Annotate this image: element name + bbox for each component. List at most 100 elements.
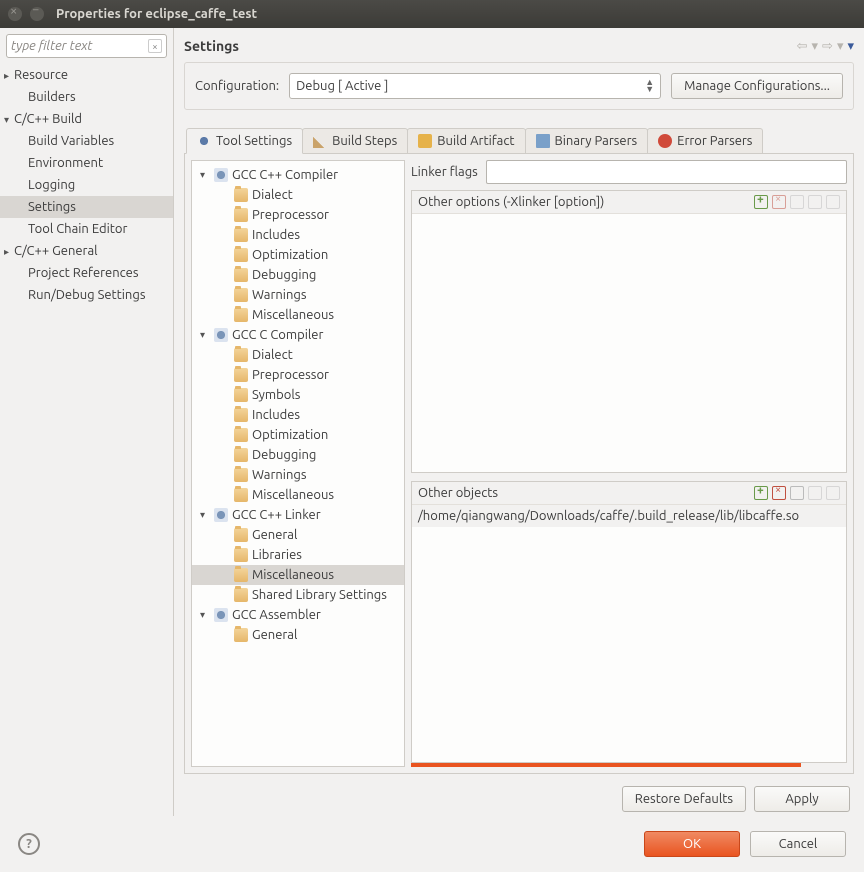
edit-option-icon[interactable] <box>790 195 804 209</box>
folder-icon <box>234 348 248 362</box>
tool-tree-label: Debugging <box>252 448 316 462</box>
tool-tree-label: Optimization <box>252 428 328 442</box>
tab-error-parsers[interactable]: Error Parsers <box>647 128 763 153</box>
apply-button[interactable]: Apply <box>754 786 850 812</box>
tool-tree-general[interactable]: General <box>192 525 404 545</box>
tool-tree-gcc-c-compiler[interactable]: GCC C Compiler <box>192 325 404 345</box>
tool-tree-preprocessor[interactable]: Preprocessor <box>192 205 404 225</box>
tool-tree-includes[interactable]: Includes <box>192 405 404 425</box>
tool-tree-debugging[interactable]: Debugging <box>192 445 404 465</box>
delete-option-icon[interactable] <box>772 195 786 209</box>
tool-tree-libraries[interactable]: Libraries <box>192 545 404 565</box>
add-option-icon[interactable] <box>754 195 768 209</box>
folder-icon <box>234 248 248 262</box>
tab-binary-parsers[interactable]: Binary Parsers <box>525 128 649 153</box>
clear-filter-icon[interactable]: × <box>148 39 162 53</box>
tool-tree-gcc-c-linker[interactable]: GCC C++ Linker <box>192 505 404 525</box>
filter-placeholder: type filter text <box>11 39 93 53</box>
close-icon[interactable] <box>8 7 22 21</box>
folder-icon <box>234 468 248 482</box>
nav-item-c-c-general[interactable]: C/C++ General <box>0 240 173 262</box>
tab-build-steps[interactable]: Build Steps <box>302 128 408 153</box>
configuration-select[interactable]: Debug [ Active ] ▲▼ <box>289 73 661 99</box>
other-objects-label: Other objects <box>418 486 498 500</box>
tool-tree-miscellaneous[interactable]: Miscellaneous <box>192 485 404 505</box>
forward-icon[interactable]: ⇨ <box>822 39 833 54</box>
folder-icon <box>234 308 248 322</box>
nav-item-builders[interactable]: Builders <box>0 86 173 108</box>
tab-build-artifact[interactable]: Build Artifact <box>407 128 525 153</box>
edit-object-icon[interactable] <box>790 486 804 500</box>
nav-item-settings[interactable]: Settings <box>0 196 173 218</box>
tool-tree-gcc-assembler[interactable]: GCC Assembler <box>192 605 404 625</box>
tool-tree-label: Libraries <box>252 548 302 562</box>
chevron-down-icon <box>200 509 210 521</box>
tool-tree-label: Optimization <box>252 248 328 262</box>
nav-item-build-variables[interactable]: Build Variables <box>0 130 173 152</box>
nav-tree: ResourceBuildersC/C++ BuildBuild Variabl… <box>0 64 173 463</box>
tool-tree-label: Dialect <box>252 188 293 202</box>
chevron-down-icon <box>200 169 210 181</box>
minimize-icon[interactable] <box>30 7 44 21</box>
other-options-list[interactable] <box>412 214 846 472</box>
nav-item-environment[interactable]: Environment <box>0 152 173 174</box>
linker-flags-input[interactable] <box>486 160 847 184</box>
filter-input[interactable]: type filter text × <box>6 34 167 58</box>
folder-icon <box>234 568 248 582</box>
tool-tree-miscellaneous[interactable]: Miscellaneous <box>192 565 404 585</box>
add-object-icon[interactable] <box>754 486 768 500</box>
move-object-up-icon[interactable] <box>808 486 822 500</box>
tool-tree-debugging[interactable]: Debugging <box>192 265 404 285</box>
page-title: Settings <box>184 38 239 54</box>
configuration-label: Configuration: <box>195 79 279 93</box>
help-icon[interactable]: ? <box>18 833 40 855</box>
tool-tree-miscellaneous[interactable]: Miscellaneous <box>192 305 404 325</box>
tool-tree-optimization[interactable]: Optimization <box>192 425 404 445</box>
list-item[interactable]: /home/qiangwang/Downloads/caffe/.build_r… <box>412 505 846 527</box>
manage-configurations-button[interactable]: Manage Configurations... <box>671 73 843 99</box>
ok-button[interactable]: OK <box>644 831 740 857</box>
tool-tree-warnings[interactable]: Warnings <box>192 285 404 305</box>
tool-tree-dialect[interactable]: Dialect <box>192 345 404 365</box>
nav-item-project-references[interactable]: Project References <box>0 262 173 284</box>
tool-tree-shared-library-settings[interactable]: Shared Library Settings <box>192 585 404 605</box>
tool-tree-gcc-c-compiler[interactable]: GCC C++ Compiler <box>192 165 404 185</box>
folder-icon <box>234 488 248 502</box>
tool-tree-warnings[interactable]: Warnings <box>192 465 404 485</box>
move-object-down-icon[interactable] <box>826 486 840 500</box>
other-objects-list[interactable]: /home/qiangwang/Downloads/caffe/.build_r… <box>412 505 846 763</box>
tool-tree-symbols[interactable]: Symbols <box>192 385 404 405</box>
window-titlebar: Properties for eclipse_caffe_test <box>0 0 864 28</box>
tool-tree-optimization[interactable]: Optimization <box>192 245 404 265</box>
back-menu-icon[interactable]: ▾ <box>812 39 819 54</box>
nav-item-run-debug-settings[interactable]: Run/Debug Settings <box>0 284 173 306</box>
restore-defaults-button[interactable]: Restore Defaults <box>622 786 746 812</box>
nav-item-resource[interactable]: Resource <box>0 64 173 86</box>
tool-tree-dialect[interactable]: Dialect <box>192 185 404 205</box>
cancel-button[interactable]: Cancel <box>750 831 846 857</box>
tool-tree-preprocessor[interactable]: Preprocessor <box>192 365 404 385</box>
nav-item-c-c-build[interactable]: C/C++ Build <box>0 108 173 130</box>
tool-tree-general[interactable]: General <box>192 625 404 645</box>
menu-icon[interactable]: ▾ <box>847 39 854 54</box>
folder-icon <box>234 288 248 302</box>
back-icon[interactable]: ⇦ <box>797 39 808 54</box>
settings-tabs: Tool SettingsBuild StepsBuild ArtifactBi… <box>184 128 854 154</box>
move-up-icon[interactable] <box>808 195 822 209</box>
tool-icon <box>214 168 228 182</box>
folder-icon <box>234 208 248 222</box>
folder-icon <box>234 588 248 602</box>
move-down-icon[interactable] <box>826 195 840 209</box>
tool-tree-label: GCC Assembler <box>232 608 321 622</box>
tool-icon <box>214 608 228 622</box>
tool-tree-label: Dialect <box>252 348 293 362</box>
delete-object-icon[interactable] <box>772 486 786 500</box>
forward-menu-icon[interactable]: ▾ <box>837 39 844 54</box>
nav-item-tool-chain-editor[interactable]: Tool Chain Editor <box>0 218 173 240</box>
tab-tool-settings[interactable]: Tool Settings <box>186 128 303 154</box>
tool-tree-includes[interactable]: Includes <box>192 225 404 245</box>
folder-icon <box>234 228 248 242</box>
nav-item-logging[interactable]: Logging <box>0 174 173 196</box>
gear-icon <box>197 134 211 148</box>
configuration-row: Configuration: Debug [ Active ] ▲▼ Manag… <box>184 62 854 110</box>
